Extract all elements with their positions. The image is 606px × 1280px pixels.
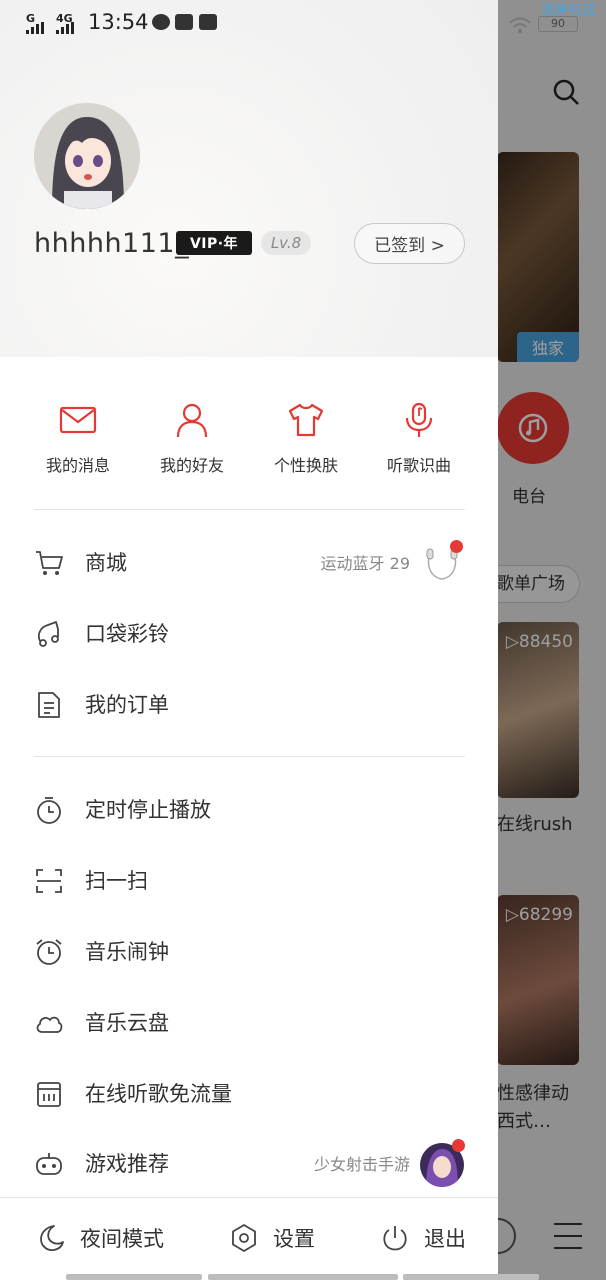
mic-icon [405, 402, 433, 437]
menu-label: 在线听歌免流量 [85, 1082, 232, 1106]
menu-label: 扫一扫 [85, 869, 148, 893]
night-mode-label: 夜间模式 [80, 1227, 164, 1251]
status-time: 13:54 [88, 10, 149, 34]
wifi-icon [509, 17, 531, 33]
avatar[interactable] [34, 103, 140, 209]
menu-label: 商城 [85, 551, 127, 575]
power-icon [383, 1226, 407, 1251]
alarm-icon [36, 939, 62, 965]
vip-badge[interactable]: VIP·年 [176, 231, 252, 255]
cart-icon [36, 551, 63, 575]
settings-label: 设置 [273, 1227, 315, 1251]
menu-promo-text: 运动蓝牙 29 [320, 554, 410, 573]
logout-button[interactable]: 退出 [380, 1218, 466, 1258]
gesture-bar [403, 1274, 539, 1280]
timer-icon [37, 797, 61, 824]
drawer-footer: 夜间模式 设置 退出 [0, 1197, 498, 1280]
status-bar: G 4G 13:54 90 流星社区 [0, 0, 606, 46]
username[interactable]: hhhhh111_ [34, 228, 189, 259]
cloud-icon [36, 1016, 63, 1033]
divider [34, 509, 465, 510]
menu-item-sleep-timer[interactable]: 定时停止播放 [0, 784, 498, 834]
gesture-bar [66, 1274, 202, 1280]
quick-label: 个性换肤 [273, 456, 338, 475]
night-mode-button[interactable]: 夜间模式 [36, 1218, 164, 1258]
menu-item-free-data[interactable]: 在线听歌免流量 [0, 1068, 498, 1118]
signal-icon [26, 22, 44, 34]
gesture-bar [208, 1274, 398, 1280]
quick-skin[interactable]: 个性换肤 [251, 396, 361, 476]
checkin-button[interactable]: 已签到 > [354, 223, 465, 264]
profile-header: hhhhh111_ VIP·年 Lv.8 已签到 > [0, 0, 498, 357]
logout-label: 退出 [424, 1227, 466, 1251]
document-icon [38, 692, 60, 718]
notification-dot [452, 1139, 465, 1152]
gamepad-icon [36, 1153, 62, 1175]
avatar-image [34, 103, 140, 209]
app-notification-icon [199, 14, 217, 30]
tshirt-icon [288, 403, 324, 437]
ringtone-icon [37, 621, 59, 647]
quick-my-messages[interactable]: 我的消息 [23, 396, 133, 476]
quick-song-recognition[interactable]: 听歌识曲 [364, 396, 474, 476]
menu-item-ringtone[interactable]: 口袋彩铃 [0, 608, 498, 658]
menu-item-cloud-disk[interactable]: 音乐云盘 [0, 997, 498, 1047]
menu-label: 音乐云盘 [85, 1011, 169, 1035]
sim-card-icon [37, 1082, 61, 1107]
menu-label: 游戏推荐 [85, 1152, 169, 1176]
signal-icon [56, 22, 74, 34]
menu-item-music-alarm[interactable]: 音乐闹钟 [0, 926, 498, 976]
level-badge[interactable]: Lv.8 [261, 231, 311, 255]
quick-actions: 我的消息 我的好友 个性换肤 听歌识曲 [0, 396, 498, 486]
quick-label: 听歌识曲 [386, 456, 451, 475]
gallery-icon [175, 14, 193, 30]
quick-my-friends[interactable]: 我的好友 [137, 396, 247, 476]
menu-item-scan[interactable]: 扫一扫 [0, 855, 498, 905]
quick-label: 我的消息 [45, 456, 110, 475]
notification-dot [450, 540, 463, 553]
menu-label: 定时停止播放 [85, 798, 211, 822]
menu-item-store[interactable]: 商城 运动蓝牙 29 [0, 537, 498, 587]
quick-label: 我的好友 [159, 456, 224, 475]
person-icon [176, 403, 208, 438]
menu-item-orders[interactable]: 我的订单 [0, 679, 498, 729]
moon-icon [40, 1225, 64, 1252]
scan-icon [36, 869, 62, 893]
settings-button[interactable]: 设置 [229, 1218, 315, 1258]
menu-item-game-recommend[interactable]: 游戏推荐 少女射击手游 [0, 1138, 498, 1188]
menu-label: 音乐闹钟 [85, 940, 169, 964]
navigation-drawer: hhhhh111_ VIP·年 Lv.8 已签到 > 我的消息 我的好友 个性换… [0, 0, 498, 1280]
settings-icon [232, 1224, 256, 1252]
menu-promo-text: 少女射击手游 [313, 1155, 410, 1174]
mail-icon [59, 406, 97, 434]
menu-label: 我的订单 [85, 693, 169, 717]
divider [34, 756, 465, 757]
watermark-text: 流星社区 [541, 3, 597, 19]
wechat-icon [152, 14, 170, 30]
menu-label: 口袋彩铃 [85, 622, 169, 646]
